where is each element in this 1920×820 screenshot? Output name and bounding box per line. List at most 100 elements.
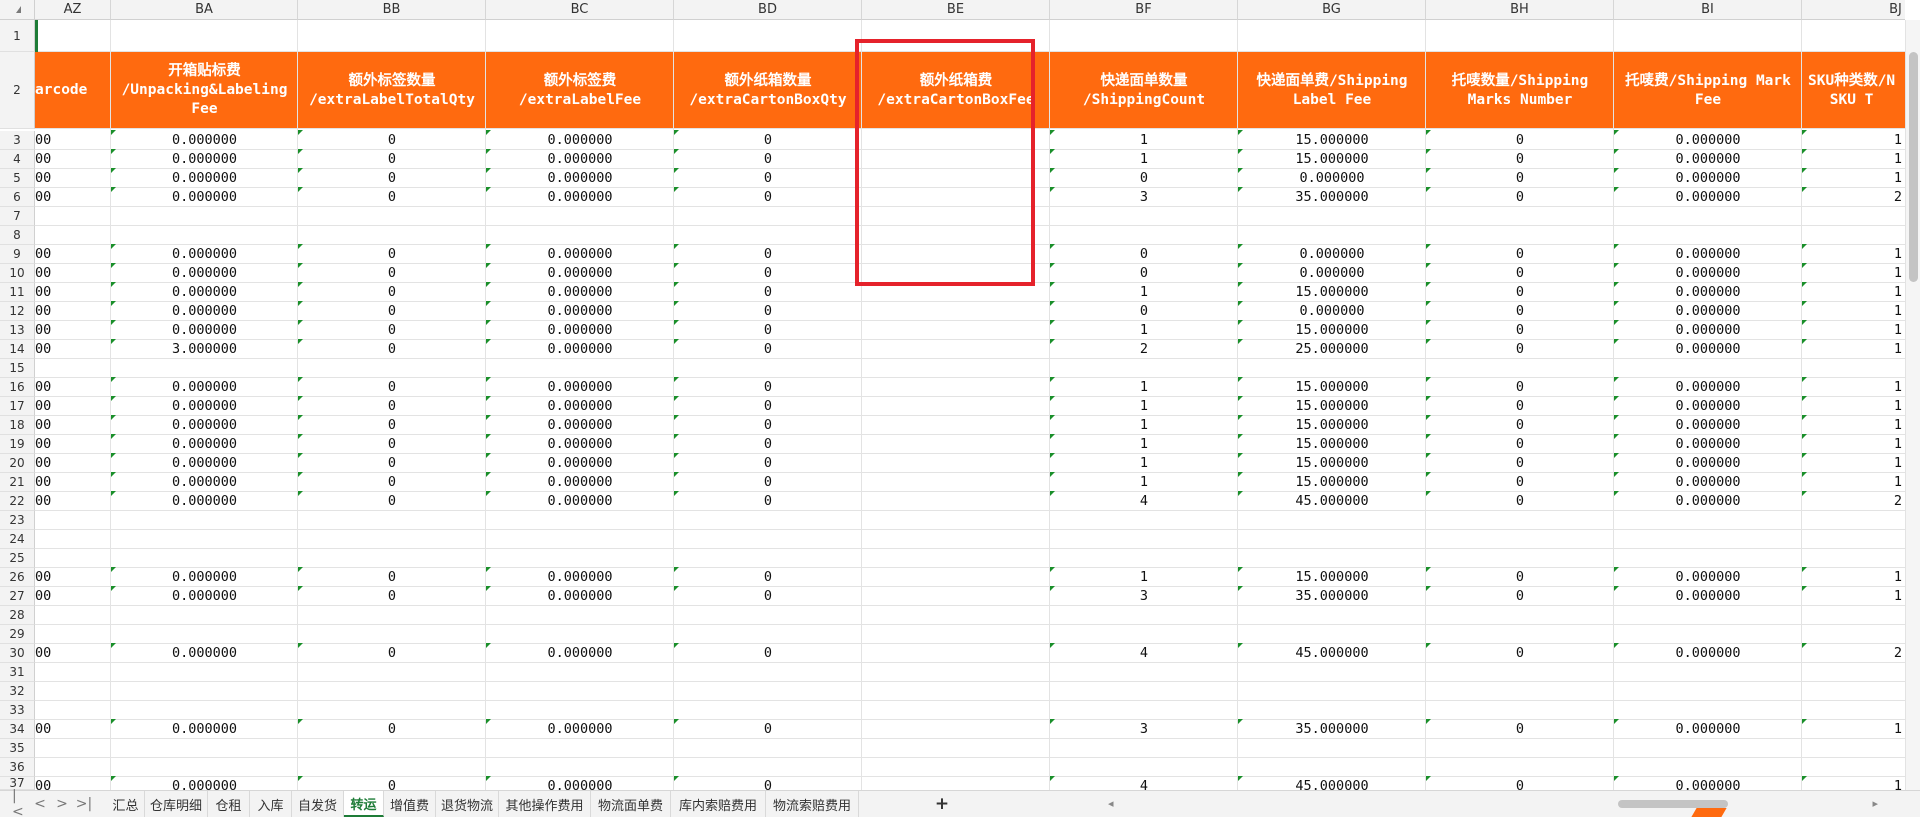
column-header-bi[interactable]: BI: [1614, 0, 1802, 20]
cell-ba[interactable]: 0.000000: [111, 568, 298, 587]
cell-bf[interactable]: 1: [1050, 150, 1238, 169]
cell-bh[interactable]: 0: [1426, 492, 1614, 511]
horizontal-scrollbar[interactable]: ◂ ▸: [1108, 797, 1878, 811]
cell-bf[interactable]: 1: [1050, 568, 1238, 587]
cell-ba[interactable]: 0.000000: [111, 644, 298, 663]
cell-bg[interactable]: 15.000000: [1238, 321, 1426, 340]
cell-bd[interactable]: 0: [674, 568, 862, 587]
cell-bj[interactable]: 1: [1802, 169, 1902, 188]
scroll-right-icon[interactable]: ▸: [1872, 797, 1878, 810]
cell-bi[interactable]: 0.000000: [1614, 644, 1802, 663]
cell-bd[interactable]: 0: [674, 397, 862, 416]
cell-bb[interactable]: 0: [298, 321, 486, 340]
cell-bg[interactable]: 15.000000: [1238, 416, 1426, 435]
cell-bb[interactable]: 0: [298, 397, 486, 416]
row-header[interactable]: 14: [0, 340, 35, 359]
sheet-tab[interactable]: 增值费: [384, 791, 436, 817]
cell-bh[interactable]: 0: [1426, 340, 1614, 359]
cell-bh[interactable]: 0: [1426, 777, 1614, 790]
cell-bd[interactable]: 0: [674, 264, 862, 283]
cell-bg[interactable]: 35.000000: [1238, 587, 1426, 606]
cell-az[interactable]: 00: [35, 131, 111, 150]
row-header[interactable]: 30: [0, 644, 35, 663]
cell-bi[interactable]: 0.000000: [1614, 245, 1802, 264]
column-header-be[interactable]: BE: [862, 0, 1050, 20]
cell-bg[interactable]: 0.000000: [1238, 169, 1426, 188]
cell-az[interactable]: 00: [35, 397, 111, 416]
cell-bh[interactable]: 0: [1426, 188, 1614, 207]
row-header[interactable]: 23: [0, 511, 35, 530]
add-sheet-button[interactable]: +: [933, 794, 951, 814]
cell-bb[interactable]: 0: [298, 169, 486, 188]
cell-bj[interactable]: 1: [1802, 302, 1902, 321]
row-header[interactable]: 4: [0, 150, 35, 169]
cell-bg[interactable]: 0.000000: [1238, 245, 1426, 264]
cell-bi[interactable]: 0.000000: [1614, 397, 1802, 416]
cell-bj[interactable]: 2: [1802, 492, 1902, 511]
cell-bb[interactable]: 0: [298, 416, 486, 435]
cell-bb[interactable]: 0: [298, 492, 486, 511]
cell-bf[interactable]: 1: [1050, 321, 1238, 340]
row-header[interactable]: 22: [0, 492, 35, 511]
cell-bh[interactable]: 0: [1426, 720, 1614, 739]
cell-ba[interactable]: 0.000000: [111, 150, 298, 169]
sheet-tab[interactable]: 转运: [344, 791, 384, 817]
cell-az[interactable]: 00: [35, 340, 111, 359]
cell-bg[interactable]: 25.000000: [1238, 340, 1426, 359]
column-header-az[interactable]: AZ: [35, 0, 111, 20]
cell-ba[interactable]: 0.000000: [111, 397, 298, 416]
row-header[interactable]: 28: [0, 606, 35, 625]
row-header[interactable]: 24: [0, 530, 35, 549]
row-header[interactable]: 15: [0, 359, 35, 378]
cell-bg[interactable]: 15.000000: [1238, 150, 1426, 169]
cell-ba[interactable]: 0.000000: [111, 492, 298, 511]
cell-bf[interactable]: 1: [1050, 416, 1238, 435]
cell-bg[interactable]: 15.000000: [1238, 283, 1426, 302]
row-header[interactable]: 21: [0, 473, 35, 492]
cell-ba[interactable]: 0.000000: [111, 416, 298, 435]
cell-bi[interactable]: 0.000000: [1614, 321, 1802, 340]
cell-bd[interactable]: 0: [674, 302, 862, 321]
cell-bb[interactable]: 0: [298, 454, 486, 473]
cell-bc[interactable]: 0.000000: [486, 644, 674, 663]
cell-bc[interactable]: 0.000000: [486, 283, 674, 302]
cell-bf[interactable]: 4: [1050, 777, 1238, 790]
cell-bj[interactable]: 1: [1802, 131, 1902, 150]
cell-ba[interactable]: 0.000000: [111, 245, 298, 264]
cell-bg[interactable]: 45.000000: [1238, 644, 1426, 663]
row-header[interactable]: 9: [0, 245, 35, 264]
cell-bi[interactable]: 0.000000: [1614, 188, 1802, 207]
sheet-tab[interactable]: 退货物流: [436, 791, 499, 817]
header-cell-bb[interactable]: 额外标签数量 /extraLabelTotalQty: [298, 52, 486, 129]
cell-bh[interactable]: 0: [1426, 169, 1614, 188]
cell-bi[interactable]: 0.000000: [1614, 150, 1802, 169]
header-cell-bg[interactable]: 快递面单费/Shipping Label Fee: [1238, 52, 1426, 129]
cell-az[interactable]: 00: [35, 169, 111, 188]
first-sheet-icon[interactable]: |<: [12, 788, 28, 820]
cell-bg[interactable]: 45.000000: [1238, 492, 1426, 511]
cell-bf[interactable]: 0: [1050, 245, 1238, 264]
cell-az[interactable]: 00: [35, 321, 111, 340]
cell-bf[interactable]: 1: [1050, 435, 1238, 454]
row-header[interactable]: 11: [0, 283, 35, 302]
cell-bd[interactable]: 0: [674, 720, 862, 739]
cell-ba[interactable]: 0.000000: [111, 169, 298, 188]
cell-bc[interactable]: 0.000000: [486, 245, 674, 264]
row-header[interactable]: 33: [0, 701, 35, 720]
cell-bf[interactable]: 3: [1050, 587, 1238, 606]
header-cell-bh[interactable]: 托唛数量/Shipping Marks Number: [1426, 52, 1614, 129]
cell-az[interactable]: 00: [35, 264, 111, 283]
cell-bd[interactable]: 0: [674, 321, 862, 340]
sheet-tab[interactable]: 物流面单费: [591, 791, 671, 817]
last-sheet-icon[interactable]: >|: [76, 795, 92, 813]
cell-bh[interactable]: 0: [1426, 473, 1614, 492]
cell-az[interactable]: 00: [35, 188, 111, 207]
cell-bh[interactable]: 0: [1426, 245, 1614, 264]
cell-bg[interactable]: 15.000000: [1238, 435, 1426, 454]
cell-bb[interactable]: 0: [298, 644, 486, 663]
cell-bj[interactable]: 1: [1802, 150, 1902, 169]
row-header[interactable]: 19: [0, 435, 35, 454]
cell-az[interactable]: 00: [35, 568, 111, 587]
row-header[interactable]: 3: [0, 131, 35, 150]
column-header-bg[interactable]: BG: [1238, 0, 1426, 20]
